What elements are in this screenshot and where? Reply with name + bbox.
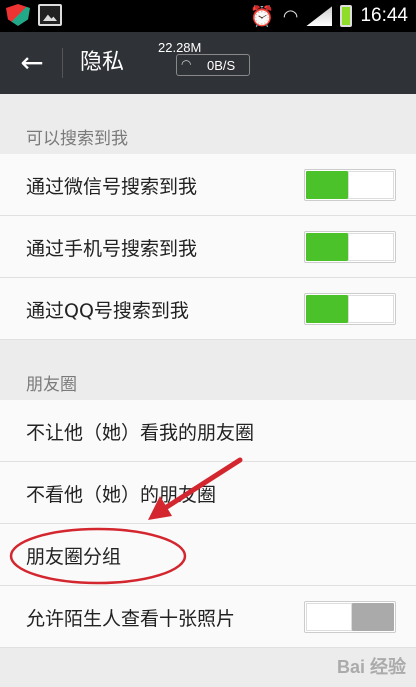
toggle-switch-off[interactable]	[304, 601, 396, 633]
alarm-icon: ⏰	[249, 4, 275, 28]
wifi-small-icon: ◠	[181, 57, 192, 71]
row-label: 不让他（她）看我的朋友圈	[26, 422, 255, 444]
row-strangers-ten-photos[interactable]: 允许陌生人查看十张照片	[0, 586, 416, 648]
page-title: 隐私	[80, 50, 125, 75]
status-time: 16:44	[360, 5, 408, 26]
row-label: 通过微信号搜索到我	[26, 176, 198, 198]
row-label: 通过手机号搜索到我	[26, 238, 198, 260]
row-search-by-qq[interactable]: 通过QQ号搜索到我	[0, 278, 416, 340]
wifi-icon: ◠	[282, 5, 299, 27]
row-hide-moments-from[interactable]: 不让他（她）看我的朋友圈	[0, 400, 416, 462]
status-bar: ⏰ ◠ 16:44	[0, 0, 416, 32]
shield-icon	[6, 4, 30, 26]
net-rate: 0B/S	[207, 58, 236, 73]
row-label: 朋友圈分组	[26, 546, 122, 568]
row-search-by-wechat-id[interactable]: 通过微信号搜索到我	[0, 154, 416, 216]
toggle-switch-on[interactable]	[304, 169, 396, 201]
section-header-moments: 朋友圈	[26, 375, 77, 395]
signal-icon	[306, 6, 333, 26]
title-divider	[62, 48, 63, 78]
row-dont-see-moments[interactable]: 不看他（她）的朋友圈	[0, 462, 416, 524]
row-search-by-phone[interactable]: 通过手机号搜索到我	[0, 216, 416, 278]
row-label: 不看他（她）的朋友圈	[26, 484, 217, 506]
top-bar: ← 隐私 22.28M ◠ 0B/S	[0, 32, 416, 94]
toggle-switch-on[interactable]	[304, 231, 396, 263]
row-moments-groups[interactable]: 朋友圈分组	[0, 524, 416, 586]
row-label: 允许陌生人查看十张照片	[26, 608, 236, 630]
section-header-searchable: 可以搜索到我	[26, 129, 128, 149]
watermark: Bai 经验	[336, 657, 406, 677]
net-speed-badge: ◠ 0B/S	[176, 54, 250, 76]
row-label: 通过QQ号搜索到我	[26, 300, 189, 322]
arrow-left-icon[interactable]: ←	[14, 45, 50, 81]
battery-icon	[340, 5, 353, 27]
toggle-switch-on[interactable]	[304, 293, 396, 325]
picture-icon	[38, 4, 62, 26]
